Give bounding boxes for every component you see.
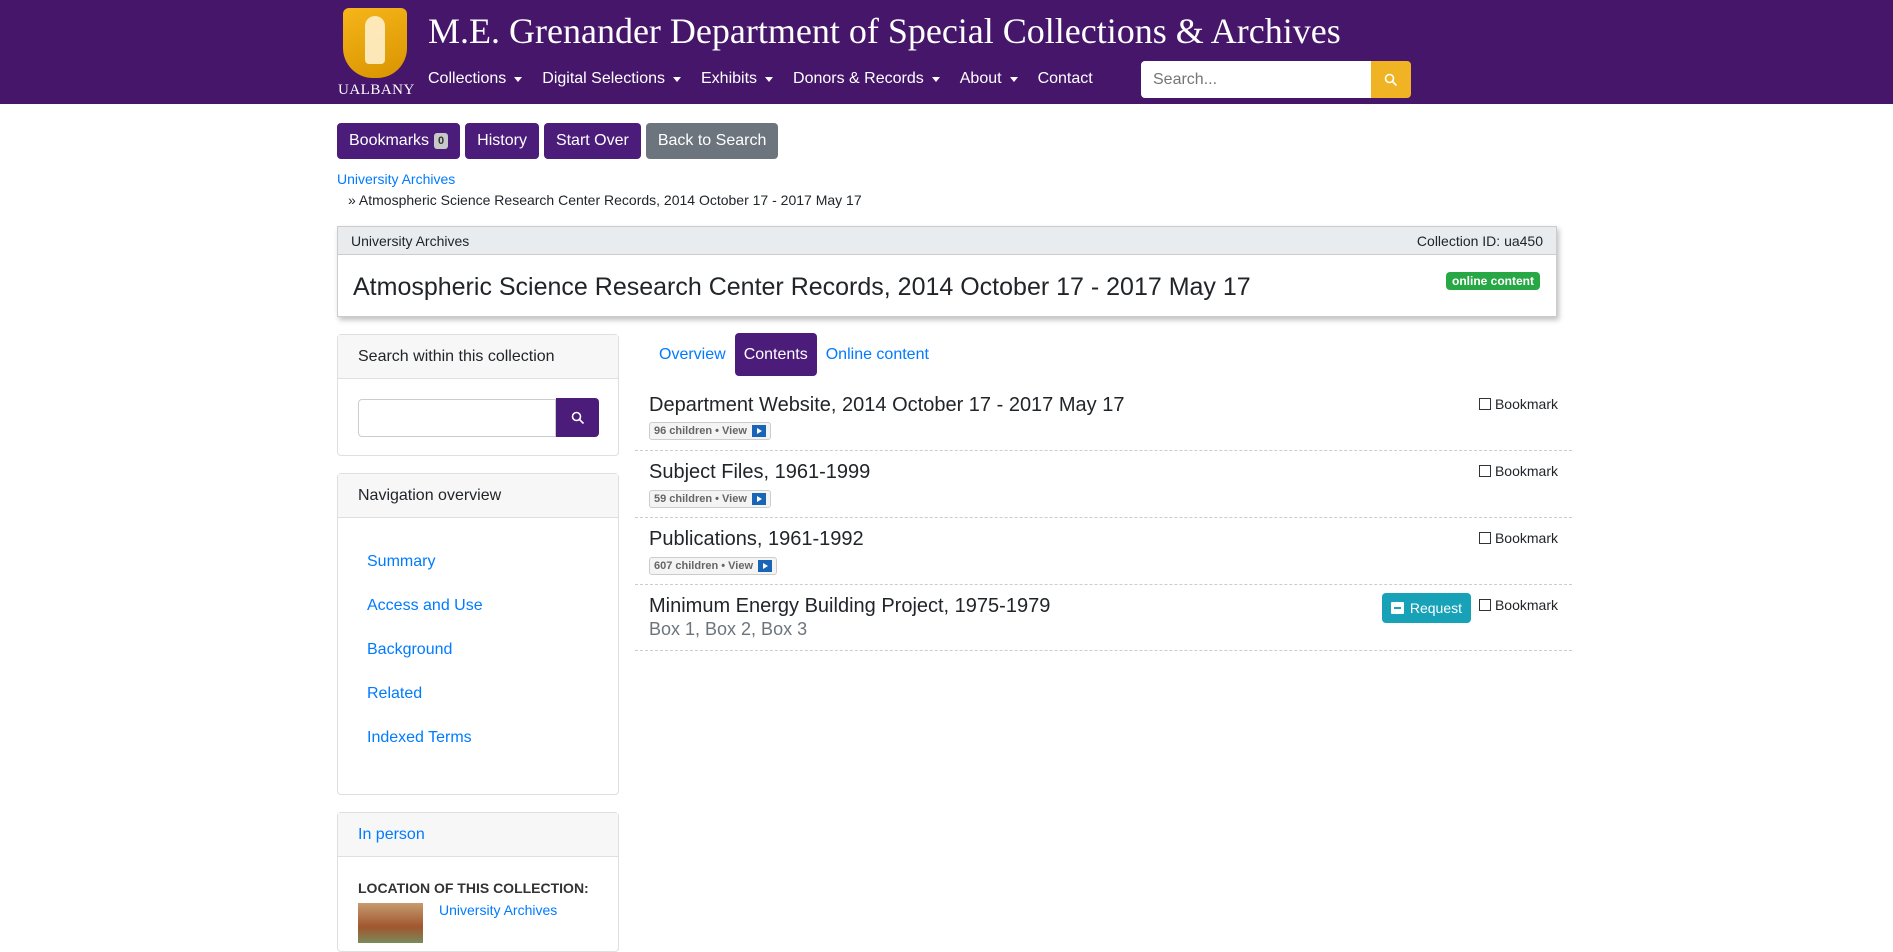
location-label: LOCATION OF THIS COLLECTION: [358,880,589,896]
nav-donors-records[interactable]: Donors & Records [793,70,940,88]
bookmark-toggle[interactable]: Bookmark [1478,463,1558,479]
in-person-panel: In person LOCATION OF THIS COLLECTION: U… [337,812,619,952]
item-title: Minimum Energy Building Project, 1975-19… [649,595,1051,617]
children-view-toggle[interactable]: 607 children • View [649,557,778,575]
site-search-button[interactable] [1371,61,1411,98]
nav-exhibits[interactable]: Exhibits [701,70,774,88]
nav-link-related[interactable]: Related [367,684,483,728]
bookmarks-button[interactable]: Bookmarks 0 [337,123,461,159]
location-link[interactable]: University Archives [439,902,557,918]
minerva-logo-icon [343,8,407,78]
children-view-toggle[interactable]: 59 children • View [649,490,771,508]
online-content-badge: online content [1446,272,1540,290]
site-header: UALBANY M.E. Grenander Department of Spe… [0,0,1893,104]
back-to-search-button[interactable]: Back to Search [645,123,779,159]
list-item: Publications, 1961-1992 607 children • V… [635,518,1572,585]
list-item: Subject Files, 1961-1999 59 children • V… [635,451,1572,518]
item-containers: Box 1, Box 2, Box 3 [649,619,808,639]
nav-collections[interactable]: Collections [428,70,523,88]
expand-icon [758,560,773,572]
history-button[interactable]: History [465,123,539,159]
search-within-panel: Search within this collection [337,334,619,456]
navigation-links: Summary Access and Use Background Relate… [367,552,483,772]
navigation-overview-panel: Navigation overview Summary Access and U… [337,473,619,795]
repository-name: University Archives [351,232,470,249]
checkbox-icon[interactable] [1478,398,1491,410]
site-title[interactable]: M.E. Grenander Department of Special Col… [428,10,1341,52]
breadcrumb-current: » Atmospheric Science Research Center Re… [348,192,862,208]
ualbany-logo[interactable]: UALBANY [338,8,415,100]
collection-meta-bar: University Archives Collection ID: ua450 [338,227,1556,255]
caret-down-icon [514,76,523,82]
bookmarks-count-badge: 0 [434,133,449,149]
caret-down-icon [673,76,681,82]
search-within-input[interactable] [358,399,556,437]
nav-about[interactable]: About [960,70,1018,88]
bookmark-toggle[interactable]: Bookmark [1478,597,1558,613]
children-view-toggle[interactable]: 96 children • View [649,422,771,440]
expand-icon [751,493,766,505]
request-button[interactable]: Request [1381,593,1471,623]
expand-icon [751,425,766,437]
search-within-heading: Search within this collection [338,335,618,379]
nav-link-background[interactable]: Background [367,640,483,684]
search-icon [1384,73,1398,86]
item-title[interactable]: Publications, 1961-1992 [649,528,864,551]
tab-online-content[interactable]: Online content [817,333,938,376]
caret-down-icon [931,76,940,82]
location-thumbnail [358,903,423,943]
in-person-heading[interactable]: In person [338,813,618,857]
breadcrumb-parent-link[interactable]: University Archives [337,171,455,187]
checkbox-icon[interactable] [1478,532,1491,544]
search-within-button[interactable] [556,398,599,437]
collection-tabs: Overview Contents Online content [650,333,938,376]
logo-text: UALBANY [338,82,415,98]
list-item: Minimum Energy Building Project, 1975-19… [635,585,1572,651]
nav-link-indexed-terms[interactable]: Indexed Terms [367,728,483,772]
nav-digital-selections[interactable]: Digital Selections [542,70,681,88]
in-person-link[interactable]: In person [358,826,425,844]
collection-title: Atmospheric Science Research Center Reco… [353,273,1251,301]
main-nav: Collections Digital Selections Exhibits … [428,70,1093,88]
checkbox-icon[interactable] [1478,465,1491,477]
caret-down-icon [1009,76,1018,82]
collection-header-card: University Archives Collection ID: ua450… [337,226,1557,317]
bookmark-toggle[interactable]: Bookmark [1478,530,1558,546]
tab-overview[interactable]: Overview [650,333,735,376]
item-title[interactable]: Subject Files, 1961-1999 [649,461,870,484]
collection-id: Collection ID: ua450 [1416,232,1543,249]
navigation-overview-heading: Navigation overview [338,474,618,518]
search-icon [571,411,584,424]
list-item: Department Website, 2014 October 17 - 20… [635,387,1572,451]
nav-contact[interactable]: Contact [1038,70,1093,88]
caret-down-icon [765,76,774,82]
nav-link-summary[interactable]: Summary [367,552,483,596]
nav-link-access-and-use[interactable]: Access and Use [367,596,483,640]
bookmark-toggle[interactable]: Bookmark [1478,396,1558,412]
start-over-button[interactable]: Start Over [543,123,641,159]
archive-box-icon [1390,602,1404,614]
site-search-input[interactable] [1141,61,1372,98]
item-title[interactable]: Department Website, 2014 October 17 - 20… [649,394,1124,417]
search-actions: Bookmarks 0 History Start Over Back to Se… [337,123,779,159]
tab-contents[interactable]: Contents [734,333,817,376]
checkbox-icon[interactable] [1478,599,1491,611]
